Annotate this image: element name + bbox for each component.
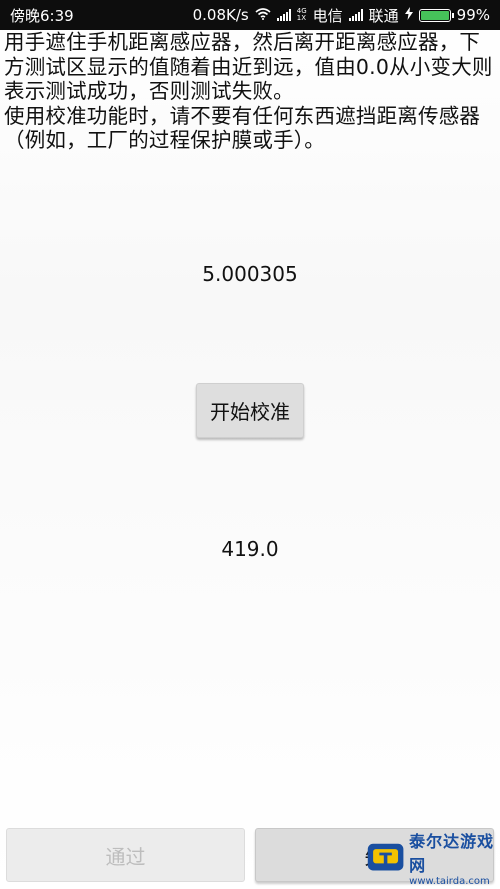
status-bar: 傍晚6:39 0.08K/s 4G 1X 电信 联通 99% xyxy=(0,0,500,30)
instruction-text-1: 用手遮住手机距离感应器，然后离开距离感应器，下方测试区显示的值随着由近到远，值由… xyxy=(4,30,493,103)
status-indicators: 0.08K/s 4G 1X 电信 联通 99% xyxy=(193,5,490,26)
watermark-name: 泰尔达游戏网 xyxy=(409,832,495,875)
network-type-label: 4G 1X xyxy=(296,7,307,22)
carrier-1: 电信 xyxy=(312,6,343,25)
instruction-text-2: 使用校准功能时，请不要有任何东西遮挡距离传感器（例如，工厂的过程保护膜或手）。 xyxy=(4,103,481,153)
calibrate-button[interactable]: 开始校准 xyxy=(196,383,304,438)
sensor-value: 5.000305 xyxy=(202,262,298,286)
status-time: 傍晚6:39 xyxy=(10,6,74,25)
watermark-url: www.tairda.com xyxy=(409,876,490,887)
watermark: 泰尔达游戏网 www.tairda.com xyxy=(366,826,500,889)
wifi-icon xyxy=(255,6,271,24)
signal-strength-icon xyxy=(348,9,363,21)
battery-icon xyxy=(418,8,454,22)
instructions: 用手遮住手机距离感应器，然后离开距离感应器，下方测试区显示的值随着由近到远，值由… xyxy=(4,30,498,153)
network-speed: 0.08K/s xyxy=(192,6,249,24)
watermark-logo-icon xyxy=(367,843,404,870)
charging-icon xyxy=(404,6,413,24)
carrier-2: 联通 xyxy=(368,6,399,25)
signal-strength-icon xyxy=(276,9,291,21)
battery-percent: 99% xyxy=(456,6,490,24)
calibration-value: 419.0 xyxy=(221,537,279,561)
pass-button[interactable]: 通过 xyxy=(6,828,245,882)
